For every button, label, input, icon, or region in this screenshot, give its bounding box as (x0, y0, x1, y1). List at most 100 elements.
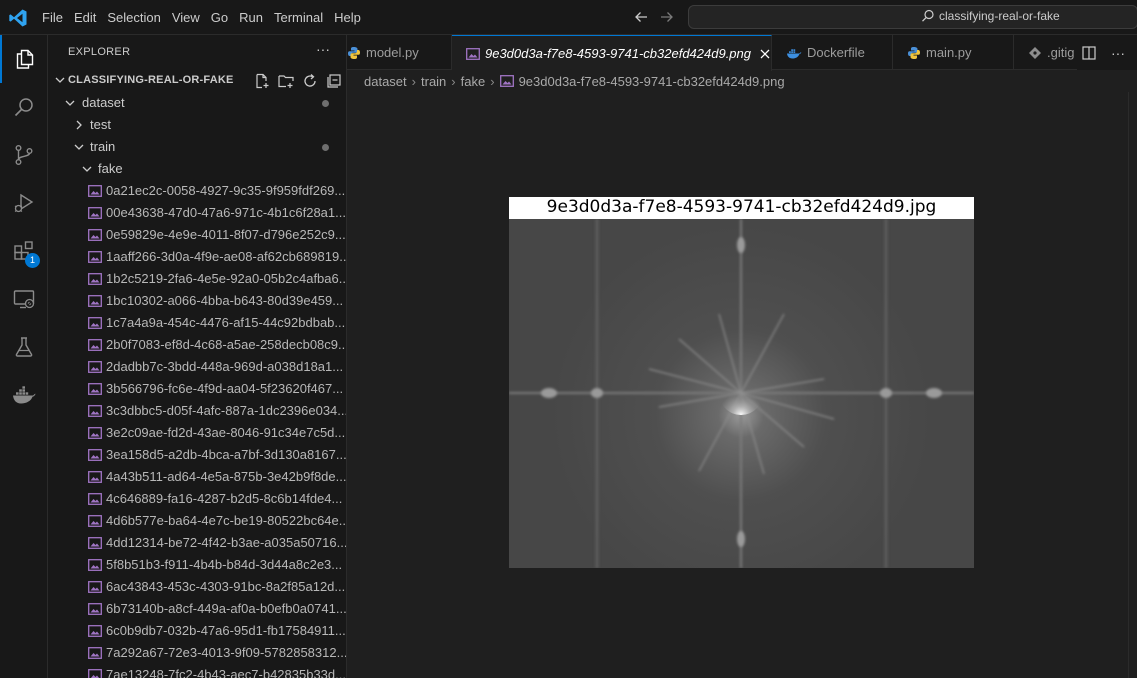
explorer-activity[interactable] (0, 35, 48, 83)
testing-activity[interactable] (0, 323, 48, 371)
menu-view[interactable]: View (172, 0, 210, 35)
file-item[interactable]: 3c3dbbc5-d05f-4afc-887a-1dc2396e034... (48, 400, 347, 422)
image-icon (88, 383, 102, 395)
extensions-activity[interactable]: 1 (0, 227, 48, 275)
tab-model-py[interactable]: model.py (339, 35, 452, 70)
chevron-right-icon (76, 120, 82, 130)
file-item[interactable]: 4dd12314-be72-4f42-b3ae-a035a50716... (48, 532, 347, 554)
breadcrumb-item[interactable]: dataset (364, 74, 407, 89)
image-preview-editor: 9e3d0d3a-f7e8-4593-9741-cb32efd424d9.jpg (347, 92, 1137, 678)
split-editor-icon[interactable] (1081, 45, 1097, 61)
file-item[interactable]: 6c0b9db7-032b-47a6-95d1-fb17584911... (48, 620, 346, 642)
breadcrumb-item[interactable]: train (421, 74, 446, 89)
vscode-logo-icon (9, 9, 27, 27)
source-control-icon (15, 145, 33, 166)
file-label: 1c7a4a9a-454c-4476-af15-44c92bdbab... (106, 315, 346, 330)
command-center-search[interactable]: classifying-real-or-fake (688, 5, 1137, 29)
search-activity[interactable] (0, 83, 48, 131)
file-item[interactable]: 1c7a4a9a-454c-4476-af15-44c92bdbab... (48, 312, 346, 334)
folder-train[interactable]: train (48, 136, 346, 158)
file-item[interactable]: 1aaff266-3d0a-4f9e-ae08-af62cb689819... (48, 246, 347, 268)
run-debug-icon (14, 193, 34, 213)
new-file-icon[interactable] (253, 72, 271, 90)
folder-test[interactable]: test (48, 114, 346, 136)
testing-icon (15, 337, 33, 357)
tab-label: main.py (926, 45, 972, 60)
file-item[interactable]: 0a21ec2c-0058-4927-9c35-9f959fdf269... (48, 180, 346, 202)
image-icon (88, 603, 102, 615)
file-label: 3c3dbbc5-d05f-4afc-887a-1dc2396e034... (106, 403, 347, 418)
folder-label: dataset (82, 95, 125, 110)
menu-run[interactable]: Run (239, 0, 273, 35)
file-item[interactable]: 3b566796-fc6e-4f9d-aa04-5f23620f467... (48, 378, 346, 400)
docker-icon (787, 48, 802, 58)
breadcrumb-item[interactable]: fake (461, 74, 486, 89)
menu-help[interactable]: Help (334, 0, 371, 35)
remote-explorer-activity[interactable] (0, 275, 48, 323)
file-item[interactable]: 0e59829e-4e9e-4011-8f07-d796e252c9... (48, 224, 346, 246)
file-item[interactable]: 4c646889-fa16-4287-b2d5-8c6b14fde4... (48, 488, 346, 510)
back-arrow-icon[interactable] (632, 8, 650, 26)
project-folder-header[interactable]: CLASSIFYING-REAL-OR-FAKE (48, 70, 346, 92)
menu-file[interactable]: File (42, 0, 73, 35)
file-label: 4dd12314-be72-4f42-b3ae-a035a50716... (106, 535, 347, 550)
image-icon (88, 229, 102, 241)
file-item[interactable]: 4a43b511-ad64-4e5a-875b-3e42b9f8de... (48, 466, 346, 488)
explorer-sidebar: EXPLORER ··· CLASSIFYING-REAL-OR-FAKE da… (48, 35, 347, 678)
more-actions-icon[interactable]: ··· (1111, 45, 1125, 61)
tab-label: 9e3d0d3a-f7e8-4593-9741-cb32efd424d9.png (484, 46, 751, 61)
file-label: 6b73140b-a8cf-449a-af0a-b0efb0a0741... (106, 601, 347, 616)
file-item[interactable]: 5f8b51b3-f911-4b4b-b84d-3d44a8c2e3... (48, 554, 346, 576)
menu-go[interactable]: Go (211, 0, 238, 35)
run-debug-activity[interactable] (0, 179, 48, 227)
breadcrumb-file[interactable]: 9e3d0d3a-f7e8-4593-9741-cb32efd424d9.png (519, 74, 785, 89)
tab-main-py[interactable]: main.py (893, 35, 1014, 70)
image-icon (88, 361, 102, 373)
file-label: 7a292a67-72e3-4013-9f09-5782858312... (106, 645, 347, 660)
file-label: 00e43638-47d0-47a6-971c-4b1c6f28a1... (106, 205, 346, 220)
menu-terminal[interactable]: Terminal (274, 0, 333, 35)
forward-arrow-icon[interactable] (658, 8, 676, 26)
file-item[interactable]: 2dadbb7c-3bdd-448a-969d-a038d18a1... (48, 356, 346, 378)
file-item[interactable]: 4d6b577e-ba64-4e7c-be19-80522bc64e... (48, 510, 346, 532)
refresh-icon[interactable] (301, 72, 319, 90)
file-item[interactable]: 6b73140b-a8cf-449a-af0a-b0efb0a0741... (48, 598, 347, 620)
file-item[interactable]: 3ea158d5-a2db-4bca-a7bf-3d130a8167... (48, 444, 347, 466)
more-actions-button[interactable]: ··· (316, 41, 330, 57)
search-icon (14, 98, 33, 117)
breadcrumb-separator-icon: › (490, 73, 495, 89)
source-control-activity[interactable] (0, 131, 48, 179)
docker-activity[interactable] (0, 371, 48, 419)
folder-dataset[interactable]: dataset (48, 92, 346, 114)
file-item[interactable]: 2b0f7083-ef8d-4c68-a5ae-258decb08c9... (48, 334, 347, 356)
new-folder-icon[interactable] (277, 72, 295, 90)
image-icon (88, 537, 102, 549)
tab-dockerfile[interactable]: Dockerfile (772, 35, 893, 70)
image-icon (88, 295, 102, 307)
file-label: 0a21ec2c-0058-4927-9c35-9f959fdf269... (106, 183, 346, 198)
menu-selection[interactable]: Selection (107, 0, 170, 35)
image-icon (88, 207, 102, 219)
editor-scrollbar[interactable] (1128, 92, 1137, 678)
menu-edit[interactable]: Edit (74, 0, 106, 35)
file-item[interactable]: 7a292a67-72e3-4013-9f09-5782858312... (48, 642, 347, 664)
file-label: 3ea158d5-a2db-4bca-a7bf-3d130a8167... (106, 447, 347, 462)
file-item[interactable]: 7ae13248-7fc2-4b43-aec7-b42835b33d... (48, 664, 346, 678)
file-item[interactable]: 3e2c09ae-fd2d-43ae-8046-91c34e7c5d... (48, 422, 346, 444)
file-label: 2dadbb7c-3bdd-448a-969d-a038d18a1... (106, 359, 344, 374)
python-icon (348, 46, 360, 59)
file-label: 2b0f7083-ef8d-4c68-a5ae-258decb08c9... (106, 337, 347, 352)
file-item[interactable]: 1b2c5219-2fa6-4e5e-92a0-05b2c4afba6... (48, 268, 346, 290)
image-title-text: 9e3d0d3a-f7e8-4593-9741-cb32efd424d9.jpg (509, 197, 974, 220)
explorer-icon (16, 49, 34, 69)
folder-fake[interactable]: fake (48, 158, 346, 180)
file-item[interactable]: 6ac43843-453c-4303-91bc-8a2f85a12d... (48, 576, 346, 598)
file-item[interactable]: 1bc10302-a066-4bba-b643-80d39e459... (48, 290, 346, 312)
collapse-all-icon[interactable] (325, 72, 343, 90)
tab-image-active[interactable]: 9e3d0d3a-f7e8-4593-9741-cb32efd424d9.png (452, 35, 772, 71)
file-label: 1aaff266-3d0a-4f9e-ae08-af62cb689819... (106, 249, 347, 264)
file-item[interactable]: 00e43638-47d0-47a6-971c-4b1c6f28a1... (48, 202, 346, 224)
breadcrumb: dataset › train › fake › 9e3d0d3a-f7e8-4… (347, 70, 1137, 92)
file-label: 0e59829e-4e9e-4011-8f07-d796e252c9... (106, 227, 346, 242)
close-icon[interactable] (759, 48, 771, 60)
